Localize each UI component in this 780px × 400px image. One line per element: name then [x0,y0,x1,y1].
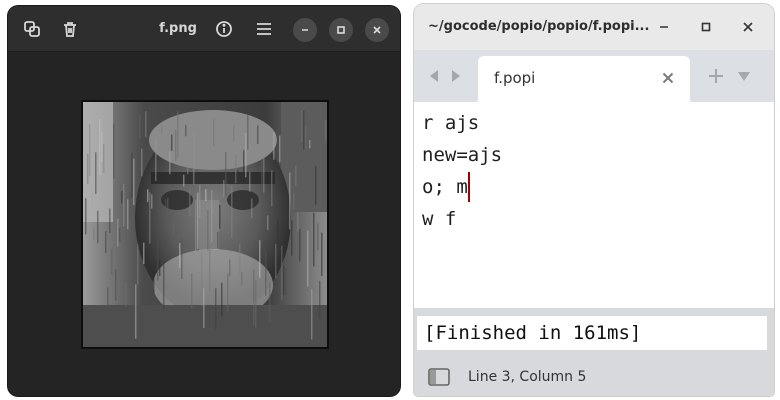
tab-bar: f.popi [414,50,774,102]
tab-label: f.popi [494,69,536,87]
code-line-4: w f [422,208,457,230]
minimize-icon[interactable] [652,15,676,39]
status-bar: Line 3, Column 5 [414,358,774,396]
viewer-header-bar: f.png [8,6,400,52]
code-line-1: r ajs [422,112,480,134]
close-icon[interactable] [736,15,760,39]
new-tab-icon[interactable] [708,68,724,84]
output-panel: [Finished in 161ms] [414,308,774,358]
tab-close-icon[interactable] [660,70,676,86]
tab-back-icon[interactable] [426,68,442,84]
editor-title: ~/gocode/popio/popio/f.popi... [428,19,650,34]
image-viewer-window: f.png [8,6,400,396]
minimize-icon[interactable] [293,18,317,42]
code-line-3-text: o; m [422,176,468,198]
displayed-image [81,100,329,349]
output-box[interactable]: [Finished in 161ms] [417,316,767,350]
copy-icon[interactable] [18,15,46,43]
code-editor[interactable]: r ajs new=ajs o; m w f [414,102,774,308]
glitch-portrait-image [83,102,327,347]
info-icon[interactable] [210,15,238,43]
cursor-position: Line 3, Column 5 [468,369,587,385]
text-cursor [467,172,470,202]
code-line-3: o; m [422,172,470,202]
tab-forward-icon[interactable] [448,68,464,84]
trash-icon[interactable] [56,15,84,43]
close-icon[interactable] [365,18,389,42]
maximize-icon[interactable] [329,18,353,42]
output-text: [Finished in 161ms] [424,322,642,344]
hamburger-menu-icon[interactable] [250,15,278,43]
editor-title-bar: ~/gocode/popio/popio/f.popi... [414,4,774,50]
code-line-2: new=ajs [422,144,503,166]
tab-list-dropdown-icon[interactable] [736,68,752,84]
maximize-icon[interactable] [694,15,718,39]
tab-f-popi[interactable]: f.popi [478,56,690,102]
editor-window: ~/gocode/popio/popio/f.popi... f.popi r … [414,4,774,396]
sidebar-toggle-icon[interactable] [428,367,450,387]
